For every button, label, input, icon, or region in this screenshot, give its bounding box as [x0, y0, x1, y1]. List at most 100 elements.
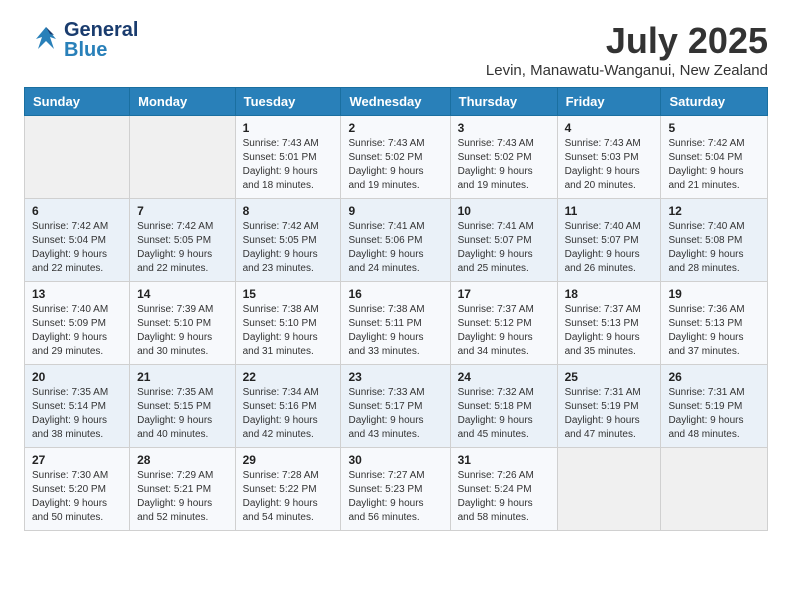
day-number: 28: [137, 453, 227, 467]
calendar-header-thursday: Thursday: [450, 88, 557, 116]
day-detail: Sunrise: 7:30 AM Sunset: 5:20 PM Dayligh…: [32, 469, 122, 525]
location-title: Levin, Manawatu-Wanganui, New Zealand: [486, 62, 768, 79]
calendar-cell: 5Sunrise: 7:42 AM Sunset: 5:04 PM Daylig…: [661, 116, 768, 199]
day-number: 25: [565, 370, 654, 384]
logo-general: General: [64, 20, 138, 40]
day-number: 17: [458, 287, 550, 301]
day-number: 26: [668, 370, 760, 384]
day-number: 7: [137, 204, 227, 218]
day-number: 24: [458, 370, 550, 384]
calendar-header-monday: Monday: [130, 88, 235, 116]
calendar-cell: 3 Sunrise: 7:43 AM Sunset: 5:02 PM Daylig…: [450, 116, 557, 199]
calendar-cell: 14Sunrise: 7:39 AM Sunset: 5:10 PM Dayli…: [130, 282, 235, 365]
calendar-table: SundayMondayTuesdayWednesdayThursdayFrid…: [24, 87, 768, 531]
day-detail: Sunrise: 7:29 AM Sunset: 5:21 PM Dayligh…: [137, 469, 227, 525]
day-number: 30: [348, 453, 442, 467]
day-detail: Sunrise: 7:33 AM Sunset: 5:17 PM Dayligh…: [348, 386, 442, 442]
calendar-cell: 23 Sunrise: 7:33 AM Sunset: 5:17 PM Dayli…: [341, 365, 450, 448]
day-number: 22: [243, 370, 334, 384]
day-detail: Sunrise: 7:35 AM Sunset: 5:14 PM Dayligh…: [32, 386, 122, 442]
calendar-header-friday: Friday: [557, 88, 661, 116]
day-detail: Sunrise: 7:36 AM Sunset: 5:13 PM Dayligh…: [668, 303, 760, 359]
day-number: 23: [348, 370, 442, 384]
day-number: 5: [668, 121, 760, 135]
day-number: 11: [565, 204, 654, 218]
page-header: General Blue July 2025 Levin, Manawatu-W…: [24, 20, 768, 79]
day-number: 9: [348, 204, 442, 218]
day-number: 20: [32, 370, 122, 384]
day-number: 10: [458, 204, 550, 218]
calendar-cell: 16Sunrise: 7:38 AM Sunset: 5:11 PM Dayli…: [341, 282, 450, 365]
day-detail: Sunrise: 7:34 AM Sunset: 5:16 PM Dayligh…: [243, 386, 334, 442]
day-number: 31: [458, 453, 550, 467]
day-detail: Sunrise: 7:42 AM Sunset: 5:05 PM Dayligh…: [137, 220, 227, 276]
calendar-cell: 21 Sunrise: 7:35 AM Sunset: 5:15 PM Dayli…: [130, 365, 235, 448]
calendar-cell: 17 Sunrise: 7:37 AM Sunset: 5:12 PM Dayli…: [450, 282, 557, 365]
title-area: July 2025 Levin, Manawatu-Wanganui, New …: [486, 20, 768, 79]
day-number: 21: [137, 370, 227, 384]
day-number: 19: [668, 287, 760, 301]
day-detail: Sunrise: 7:41 AM Sunset: 5:07 PM Dayligh…: [458, 220, 550, 276]
day-detail: Sunrise: 7:35 AM Sunset: 5:15 PM Dayligh…: [137, 386, 227, 442]
calendar-cell: 20 Sunrise: 7:35 AM Sunset: 5:14 PM Dayli…: [25, 365, 130, 448]
calendar-week-row: 13Sunrise: 7:40 AM Sunset: 5:09 PM Dayli…: [25, 282, 768, 365]
day-detail: Sunrise: 7:31 AM Sunset: 5:19 PM Dayligh…: [668, 386, 760, 442]
calendar-cell: 4 Sunrise: 7:43 AM Sunset: 5:03 PM Daylig…: [557, 116, 661, 199]
day-detail: Sunrise: 7:40 AM Sunset: 5:09 PM Dayligh…: [32, 303, 122, 359]
calendar-cell: 31 Sunrise: 7:26 AM Sunset: 5:24 PM Dayli…: [450, 448, 557, 531]
day-detail: Sunrise: 7:43 AM Sunset: 5:02 PM Dayligh…: [458, 137, 550, 193]
logo-blue: Blue: [64, 40, 138, 60]
calendar-cell: 29Sunrise: 7:28 AM Sunset: 5:22 PM Dayli…: [235, 448, 341, 531]
day-number: 3: [458, 121, 550, 135]
calendar-cell: 6 Sunrise: 7:42 AM Sunset: 5:04 PM Daylig…: [25, 199, 130, 282]
day-detail: Sunrise: 7:27 AM Sunset: 5:23 PM Dayligh…: [348, 469, 442, 525]
logo-text: General Blue: [64, 20, 138, 60]
day-detail: Sunrise: 7:37 AM Sunset: 5:12 PM Dayligh…: [458, 303, 550, 359]
calendar-cell: [661, 448, 768, 531]
calendar-cell: 25 Sunrise: 7:31 AM Sunset: 5:19 PM Dayli…: [557, 365, 661, 448]
calendar-cell: 8 Sunrise: 7:42 AM Sunset: 5:05 PM Daylig…: [235, 199, 341, 282]
calendar-cell: 13Sunrise: 7:40 AM Sunset: 5:09 PM Dayli…: [25, 282, 130, 365]
day-detail: Sunrise: 7:43 AM Sunset: 5:02 PM Dayligh…: [348, 137, 442, 193]
month-title: July 2025: [486, 20, 768, 62]
calendar-cell: 1 Sunrise: 7:43 AM Sunset: 5:01 PM Daylig…: [235, 116, 341, 199]
calendar-week-row: 20 Sunrise: 7:35 AM Sunset: 5:14 PM Dayli…: [25, 365, 768, 448]
day-number: 15: [243, 287, 334, 301]
calendar-cell: 26 Sunrise: 7:31 AM Sunset: 5:19 PM Dayli…: [661, 365, 768, 448]
day-detail: Sunrise: 7:40 AM Sunset: 5:08 PM Dayligh…: [668, 220, 760, 276]
day-detail: Sunrise: 7:32 AM Sunset: 5:18 PM Dayligh…: [458, 386, 550, 442]
day-number: 2: [348, 121, 442, 135]
day-number: 16: [348, 287, 442, 301]
calendar-cell: 9 Sunrise: 7:41 AM Sunset: 5:06 PM Daylig…: [341, 199, 450, 282]
day-number: 8: [243, 204, 334, 218]
day-detail: Sunrise: 7:26 AM Sunset: 5:24 PM Dayligh…: [458, 469, 550, 525]
day-number: 18: [565, 287, 654, 301]
calendar-header-wednesday: Wednesday: [341, 88, 450, 116]
calendar-header-saturday: Saturday: [661, 88, 768, 116]
day-detail: Sunrise: 7:43 AM Sunset: 5:03 PM Dayligh…: [565, 137, 654, 193]
day-number: 27: [32, 453, 122, 467]
calendar-cell: 28 Sunrise: 7:29 AM Sunset: 5:21 PM Dayli…: [130, 448, 235, 531]
calendar-cell: [25, 116, 130, 199]
day-number: 1: [243, 121, 334, 135]
calendar-cell: 18 Sunrise: 7:37 AM Sunset: 5:13 PM Dayli…: [557, 282, 661, 365]
day-detail: Sunrise: 7:37 AM Sunset: 5:13 PM Dayligh…: [565, 303, 654, 359]
day-detail: Sunrise: 7:42 AM Sunset: 5:05 PM Dayligh…: [243, 220, 334, 276]
day-detail: Sunrise: 7:31 AM Sunset: 5:19 PM Dayligh…: [565, 386, 654, 442]
day-detail: Sunrise: 7:41 AM Sunset: 5:06 PM Dayligh…: [348, 220, 442, 276]
day-detail: Sunrise: 7:43 AM Sunset: 5:01 PM Dayligh…: [243, 137, 334, 193]
day-number: 29: [243, 453, 334, 467]
calendar-cell: 7 Sunrise: 7:42 AM Sunset: 5:05 PM Daylig…: [130, 199, 235, 282]
calendar-week-row: 27 Sunrise: 7:30 AM Sunset: 5:20 PM Dayli…: [25, 448, 768, 531]
day-detail: Sunrise: 7:39 AM Sunset: 5:10 PM Dayligh…: [137, 303, 227, 359]
calendar-cell: [130, 116, 235, 199]
day-detail: Sunrise: 7:42 AM Sunset: 5:04 PM Dayligh…: [32, 220, 122, 276]
day-number: 6: [32, 204, 122, 218]
calendar-week-row: 1 Sunrise: 7:43 AM Sunset: 5:01 PM Daylig…: [25, 116, 768, 199]
calendar-cell: 24 Sunrise: 7:32 AM Sunset: 5:18 PM Dayli…: [450, 365, 557, 448]
calendar-week-row: 6 Sunrise: 7:42 AM Sunset: 5:04 PM Daylig…: [25, 199, 768, 282]
calendar-cell: 19 Sunrise: 7:36 AM Sunset: 5:13 PM Dayli…: [661, 282, 768, 365]
calendar-cell: 15Sunrise: 7:38 AM Sunset: 5:10 PM Dayli…: [235, 282, 341, 365]
logo-bird-icon: [28, 21, 64, 57]
day-number: 4: [565, 121, 654, 135]
